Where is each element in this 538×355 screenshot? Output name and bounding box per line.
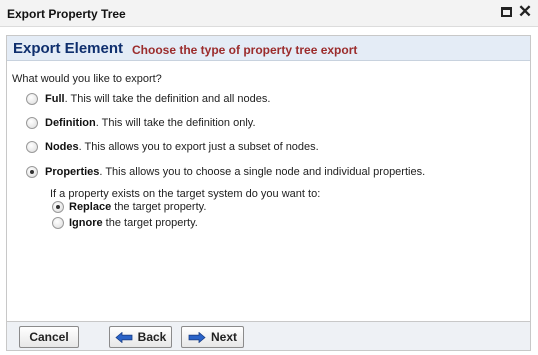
option-properties[interactable]: Properties. This allows you to choose a … <box>26 166 425 178</box>
export-dialog: Export Element Choose the type of proper… <box>6 35 531 351</box>
dialog-header: Export Element Choose the type of proper… <box>7 36 530 61</box>
option-ignore[interactable]: Ignore the target property. <box>52 217 198 229</box>
option-properties-text: Properties. This allows you to choose a … <box>45 166 426 178</box>
back-arrow-icon <box>115 331 133 343</box>
next-button[interactable]: Next <box>181 326 244 348</box>
header-title: Export Element <box>13 40 124 57</box>
dialog-footer: Cancel Back Next <box>7 321 530 350</box>
radio-replace[interactable] <box>52 201 64 213</box>
conflict-question: If a property exists on the target syste… <box>50 188 321 200</box>
radio-ignore[interactable] <box>52 217 64 229</box>
option-definition-text: Definition. This will take the definitio… <box>45 117 256 129</box>
option-full[interactable]: Full. This will take the definition and … <box>26 93 270 105</box>
next-button-label: Next <box>210 330 237 344</box>
radio-nodes[interactable] <box>26 141 38 153</box>
back-button[interactable]: Back <box>109 326 172 348</box>
option-ignore-text: Ignore the target property. <box>69 217 198 229</box>
window-titlebar: Export Property Tree ✕ <box>0 0 538 27</box>
option-full-text: Full. This will take the definition and … <box>45 93 271 105</box>
back-button-label: Back <box>137 330 167 344</box>
option-definition[interactable]: Definition. This will take the definitio… <box>26 117 256 129</box>
export-question: What would you like to export? <box>12 73 162 85</box>
option-nodes[interactable]: Nodes. This allows you to export just a … <box>26 141 319 153</box>
radio-full[interactable] <box>26 93 38 105</box>
option-replace-text: Replace the target property. <box>69 201 207 213</box>
radio-definition[interactable] <box>26 117 38 129</box>
cancel-button[interactable]: Cancel <box>19 326 79 348</box>
next-arrow-icon <box>188 331 206 343</box>
option-nodes-text: Nodes. This allows you to export just a … <box>45 141 319 153</box>
close-icon[interactable]: ✕ <box>517 3 533 21</box>
window-title: Export Property Tree <box>7 7 126 21</box>
header-subtitle: Choose the type of property tree export <box>132 43 358 57</box>
radio-properties[interactable] <box>26 166 38 178</box>
option-replace[interactable]: Replace the target property. <box>52 201 206 213</box>
maximize-icon[interactable] <box>499 3 515 21</box>
